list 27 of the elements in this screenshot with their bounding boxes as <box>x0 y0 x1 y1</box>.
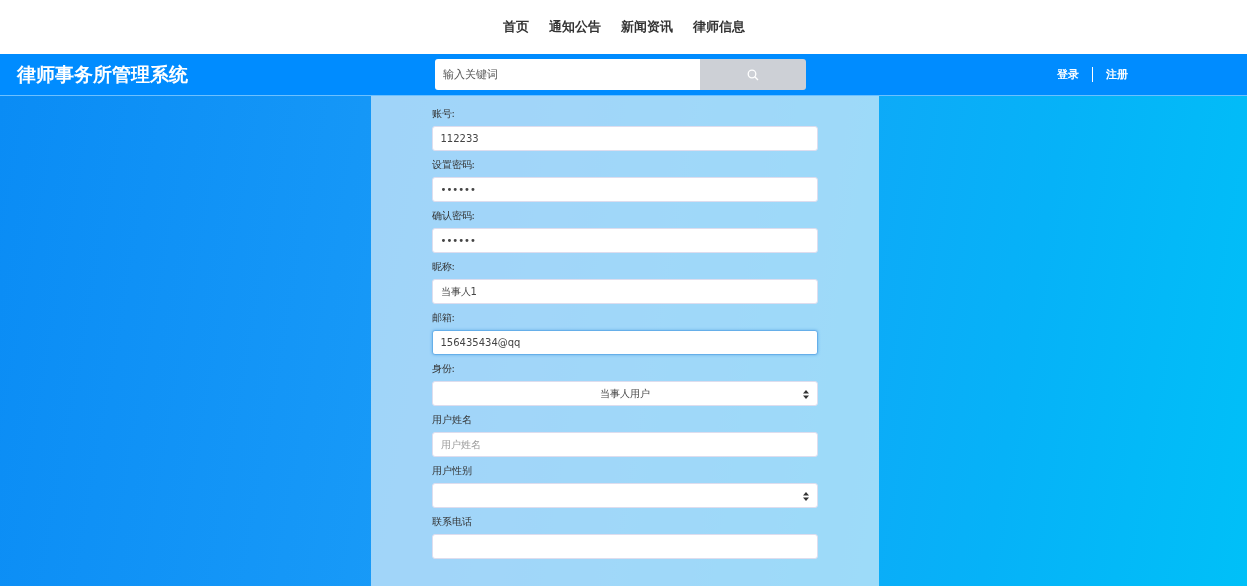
caret-icon <box>802 492 809 501</box>
input-field[interactable] <box>431 534 818 559</box>
input-field[interactable]: •••••• <box>431 177 818 202</box>
caret-icon <box>802 390 809 399</box>
field-label: 邮箱: <box>431 311 456 325</box>
field-label: 设置密码: <box>431 158 476 172</box>
site-title: 律师事务所管理系统 <box>17 61 189 87</box>
field-label: 确认密码: <box>431 209 476 223</box>
select-field[interactable]: 当事人用户 <box>431 381 818 406</box>
search-field[interactable]: 输入关键词 <box>435 59 700 90</box>
search-icon <box>747 68 759 81</box>
search-button[interactable] <box>700 59 806 90</box>
nav-link[interactable]: 通知公告 <box>548 18 601 36</box>
nav-link[interactable]: 新闻资讯 <box>620 18 673 36</box>
field-label: 用户姓名 <box>431 413 473 427</box>
input-field[interactable]: 156435434@qq <box>431 330 818 355</box>
nav-link[interactable]: 首页 <box>502 18 529 36</box>
field-label: 联系电话 <box>431 515 473 529</box>
field-label: 用户性别 <box>431 464 473 478</box>
input-field[interactable]: •••••• <box>431 228 818 253</box>
field-label: 账号: <box>431 107 456 121</box>
input-field[interactable]: 112233 <box>431 126 818 151</box>
nav-link[interactable]: 律师信息 <box>692 18 745 36</box>
field-label: 身份: <box>431 362 456 376</box>
field-label: 昵称: <box>431 260 456 274</box>
input-field[interactable]: 当事人1 <box>431 279 818 304</box>
select-field[interactable] <box>431 483 818 508</box>
